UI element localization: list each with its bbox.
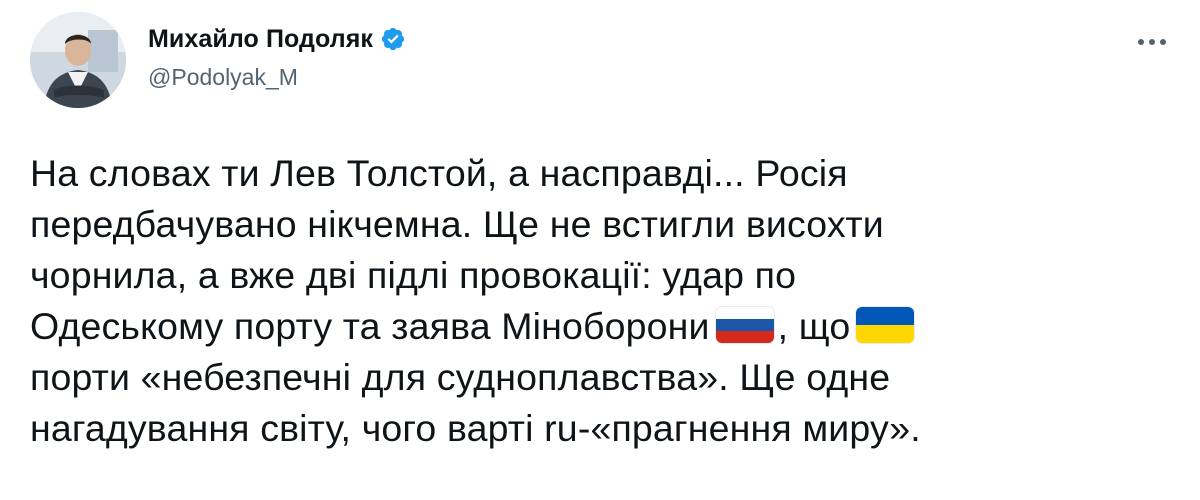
tweet-line-3: чорнила, а вже дві підлі провокації: уда… <box>30 254 797 296</box>
author-block: Михайло Подоляк @Podolyak_M <box>148 22 406 91</box>
tweet-line-5: порти «небезпечні для судноплавства». Ще… <box>30 356 891 398</box>
verified-badge-icon <box>380 26 406 52</box>
avatar-image <box>30 12 126 108</box>
avatar[interactable] <box>30 12 126 108</box>
name-row: Михайло Подоляк <box>148 22 406 56</box>
tweet-line-6: нагадування світу, чого варті ru-«прагне… <box>30 407 921 449</box>
tweet-line-2: передбачувано нікчемна. Ще не встигли ви… <box>30 203 884 245</box>
more-options-button[interactable] <box>1132 22 1172 62</box>
tweet-text: На словах ти Лев Толстой, а насправді...… <box>30 148 1180 454</box>
more-options-icon <box>1138 39 1166 45</box>
tweet-line-4-middle: , що <box>777 305 851 347</box>
tweet-card: Михайло Подоляк @Podolyak_M На словах ти… <box>0 0 1200 500</box>
tweet-line-4: Одеському порту та заява Міноборони , що <box>30 301 1180 352</box>
ukraine-flag-icon <box>856 307 915 343</box>
russia-flag-icon <box>715 307 774 343</box>
display-name[interactable]: Михайло Подоляк <box>148 25 373 54</box>
tweet-line-1: На словах ти Лев Толстой, а насправді...… <box>30 152 848 194</box>
user-handle[interactable]: @Podolyak_M <box>148 64 406 91</box>
tweet-line-4-start: Одеському порту та заява Міноборони <box>30 305 710 347</box>
